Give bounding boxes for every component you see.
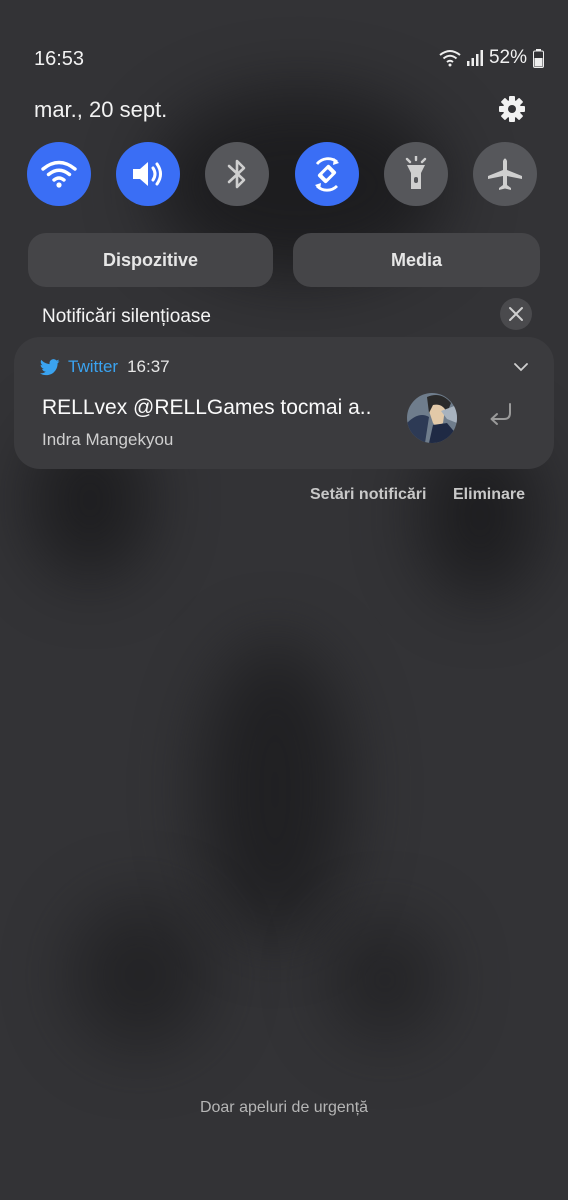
quick-settings-row: [0, 142, 568, 206]
twitter-bird-icon: [40, 358, 60, 375]
dismiss-silent-button[interactable]: [500, 298, 532, 330]
notification-title: RELLvex @RELLGames tocmai a..: [42, 396, 372, 419]
wifi-icon: [41, 160, 77, 188]
notification-subtitle: Indra Mangekyou: [42, 430, 174, 449]
clear-all-link[interactable]: Eliminare: [453, 486, 525, 504]
emergency-calls-label: Doar apeluri de urgență: [199, 1099, 369, 1116]
auto-rotate-toggle[interactable]: [295, 142, 359, 206]
airplane-icon: [488, 158, 522, 190]
clock: 16:53: [34, 48, 85, 70]
media-button[interactable]: Media: [293, 233, 540, 287]
settings-gear-icon[interactable]: [496, 93, 528, 125]
silent-notifications-title: Notificări silențioase: [42, 306, 211, 327]
notification-settings-link[interactable]: Setări notificări: [310, 486, 426, 504]
volume-icon: [133, 162, 162, 186]
sound-toggle[interactable]: [116, 142, 180, 206]
twitter-notification-card[interactable]: Twitter 16:37 RELLvex @RELLGames tocmai …: [14, 337, 554, 469]
notification-app-name: Twitter: [68, 357, 119, 376]
status-icons: 52%: [439, 47, 544, 69]
reply-icon[interactable]: [486, 401, 514, 434]
date-label: mar., 20 sept.: [34, 97, 168, 122]
notification-header: Twitter 16:37: [40, 357, 170, 377]
notification-time: 16:37: [127, 357, 170, 376]
flashlight-toggle[interactable]: [384, 142, 448, 206]
signal-icon: [466, 49, 483, 67]
bluetooth-toggle[interactable]: [205, 142, 269, 206]
sender-avatar: [407, 393, 457, 443]
devices-button[interactable]: Dispozitive: [28, 233, 273, 287]
close-icon: [509, 307, 523, 321]
bluetooth-icon: [227, 159, 246, 189]
airplane-mode-toggle[interactable]: [473, 142, 537, 206]
battery-percent: 52%: [488, 47, 527, 68]
wifi-status-icon: [439, 49, 461, 67]
battery-icon: [533, 48, 544, 68]
wifi-toggle[interactable]: [27, 142, 91, 206]
rotate-icon: [315, 157, 339, 192]
expand-chevron-down-icon[interactable]: [514, 359, 528, 377]
flashlight-icon: [405, 156, 427, 189]
